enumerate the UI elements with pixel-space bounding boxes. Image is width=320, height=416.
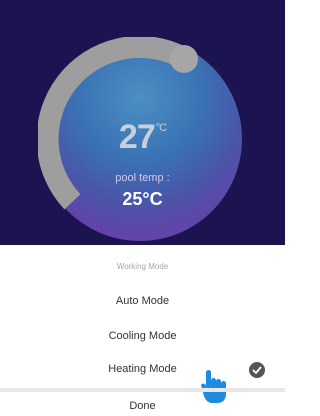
set-temperature-unit: °C (155, 122, 167, 134)
heating-mode-option[interactable]: Heating Mode (0, 354, 285, 384)
cooling-mode-option[interactable]: Cooling Mode (0, 321, 285, 351)
sheet-title: Working Mode (116, 262, 169, 271)
set-temperature: 27°C (0, 118, 285, 157)
sheet-divider (0, 388, 285, 392)
arc-slider-handle[interactable] (170, 45, 198, 73)
done-button[interactable]: Done (0, 396, 285, 416)
pool-temp-value: 25°C (122, 189, 163, 209)
set-temperature-value: 27 (118, 118, 156, 156)
check-circle-icon (249, 362, 265, 378)
pool-temp-label: pool temp : (115, 172, 170, 184)
auto-mode-option[interactable]: Auto Mode (0, 286, 285, 316)
thermostat-panel: 27°C pool temp : 25°C (0, 0, 285, 245)
